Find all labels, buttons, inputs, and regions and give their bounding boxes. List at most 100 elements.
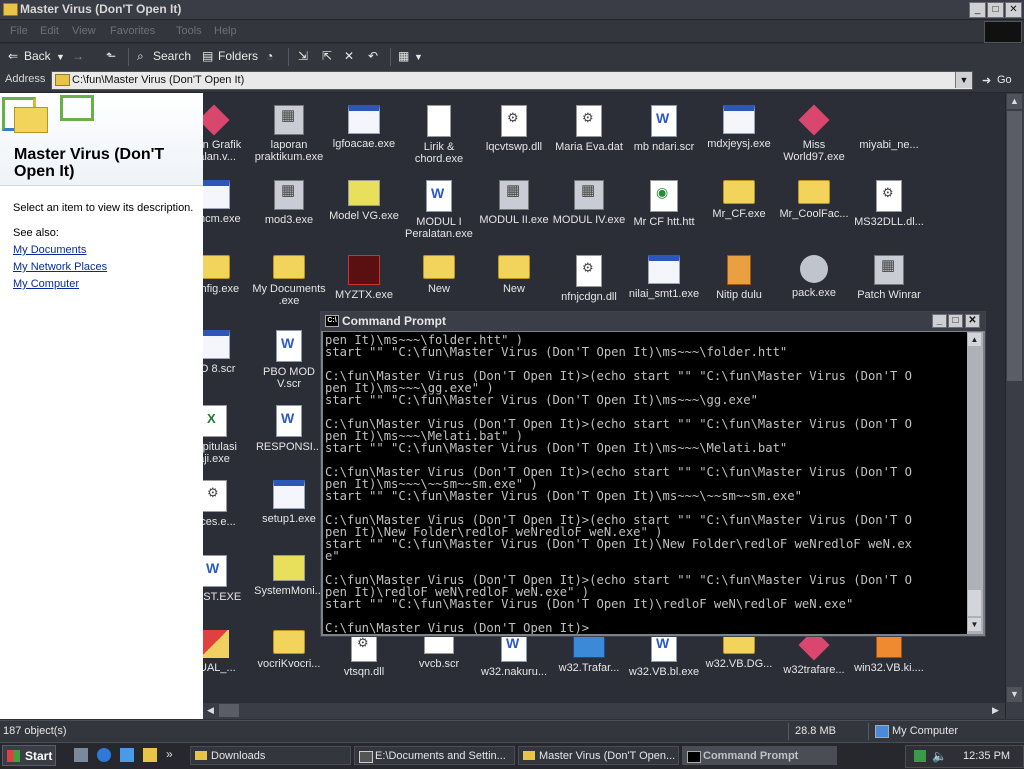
- task-documents[interactable]: E:\Documents and Settin...: [354, 746, 515, 765]
- folders-icon[interactable]: ▤: [202, 49, 213, 63]
- back-dropdown-icon[interactable]: ▼: [56, 52, 65, 62]
- console-output[interactable]: pen It)\ms~~~\folder.htt" ) start "" "C:\…: [323, 332, 967, 634]
- menu-file[interactable]: File: [10, 25, 28, 37]
- forward-button[interactable]: →: [72, 49, 84, 63]
- menu-edit[interactable]: Edit: [40, 25, 59, 37]
- close-button[interactable]: ✕: [1005, 2, 1022, 18]
- file-item[interactable]: BO 8.scr: [203, 330, 252, 375]
- scroll-right-icon[interactable]: ▶: [989, 704, 1002, 717]
- file-item[interactable]: MS32DLL.dl...: [851, 180, 927, 228]
- command-prompt-window[interactable]: C:\ Command Prompt _ □ ✕ pen It)\ms~~~\f…: [320, 311, 986, 637]
- file-item[interactable]: config.exe: [203, 255, 252, 295]
- explorer-icon[interactable]: [143, 748, 157, 762]
- media-player-icon[interactable]: [120, 748, 134, 762]
- back-button[interactable]: Back: [24, 49, 51, 63]
- file-item[interactable]: w32.VB.bl.exe: [626, 630, 702, 678]
- views-icon[interactable]: ▦: [398, 49, 409, 63]
- cmd-minimize-button[interactable]: _: [932, 314, 947, 328]
- file-item[interactable]: MODUL IV.exe: [551, 180, 627, 226]
- cmd-close-button[interactable]: ✕: [965, 314, 980, 328]
- file-item[interactable]: setup1.exe: [251, 480, 327, 525]
- tray-network-icon[interactable]: [914, 750, 926, 762]
- scroll-thumb[interactable]: [219, 704, 239, 717]
- go-arrow-icon[interactable]: ➜: [982, 74, 991, 87]
- file-item[interactable]: New: [401, 255, 477, 295]
- back-arrow-icon[interactable]: ⇐: [8, 49, 18, 63]
- console-scrollbar[interactable]: ▲ ▼: [967, 332, 983, 634]
- command-prompt-title-bar[interactable]: C:\ Command Prompt _ □ ✕: [321, 312, 985, 331]
- start-button[interactable]: Start: [2, 745, 56, 766]
- file-item[interactable]: vtsqn.dll: [326, 630, 402, 678]
- file-item[interactable]: olmcm.exe: [203, 180, 252, 225]
- file-item[interactable]: MODUL I Peralatan.exe: [401, 180, 477, 240]
- scroll-up-icon[interactable]: ▲: [1007, 94, 1022, 109]
- file-item[interactable]: New: [476, 255, 552, 295]
- history-icon[interactable]: ◔: [266, 49, 273, 63]
- scroll-thumb[interactable]: [1007, 111, 1022, 381]
- vertical-scrollbar[interactable]: ▲ ▼: [1005, 93, 1024, 719]
- file-item[interactable]: RESPONSI...: [251, 405, 327, 453]
- internet-explorer-icon[interactable]: [97, 748, 111, 762]
- scroll-down-icon[interactable]: ▼: [1007, 687, 1022, 702]
- folders-button[interactable]: Folders: [218, 49, 258, 63]
- move-to-icon[interactable]: ⇲: [298, 49, 308, 63]
- file-item[interactable]: mod3.exe: [251, 180, 327, 226]
- menu-favorites[interactable]: Favorites: [110, 25, 155, 37]
- clock[interactable]: 12:35 PM: [963, 750, 1010, 762]
- file-item[interactable]: lgfoacae.exe: [326, 105, 402, 150]
- file-item[interactable]: Maria Eva.dat: [551, 105, 627, 153]
- file-item[interactable]: Lirik & chord.exe: [401, 105, 477, 165]
- link-my-computer[interactable]: My Computer: [13, 278, 79, 290]
- search-icon[interactable]: ⌕: [137, 49, 144, 64]
- file-item[interactable]: HOST.EXE: [203, 555, 252, 603]
- menu-tools[interactable]: Tools: [176, 25, 202, 37]
- cmd-maximize-button[interactable]: □: [948, 314, 963, 328]
- views-dropdown-icon[interactable]: ▼: [414, 52, 423, 62]
- quick-launch-more-icon[interactable]: »: [166, 747, 173, 761]
- menu-view[interactable]: View: [72, 25, 96, 37]
- file-item[interactable]: nilai_smt1.exe: [626, 255, 702, 300]
- scroll-thumb[interactable]: [968, 590, 981, 616]
- file-item[interactable]: TUAL_...: [203, 630, 252, 674]
- undo-icon[interactable]: ↶: [368, 49, 378, 63]
- task-master-virus[interactable]: Master Virus (Don'T Open...: [518, 746, 679, 765]
- search-button[interactable]: Search: [153, 49, 191, 63]
- file-item[interactable]: oran Grafik ualan.v...: [203, 104, 252, 163]
- minimize-button[interactable]: _: [969, 2, 986, 18]
- file-item[interactable]: pack.exe: [776, 255, 852, 299]
- file-item[interactable]: Nitip dulu: [701, 255, 777, 301]
- file-item[interactable]: kapitulasi aji.exe: [203, 405, 252, 465]
- address-dropdown-icon[interactable]: ▼: [955, 72, 972, 88]
- link-my-documents[interactable]: My Documents: [13, 244, 86, 256]
- task-command-prompt[interactable]: Command Prompt: [682, 746, 837, 765]
- address-input[interactable]: C:\fun\Master Virus (Don'T Open It) ▼: [51, 71, 973, 90]
- file-item[interactable]: MODUL II.exe: [476, 180, 552, 226]
- file-item[interactable]: SystemMoni...: [251, 555, 327, 597]
- file-item[interactable]: mb ndari.scr: [626, 105, 702, 153]
- show-desktop-icon[interactable]: [74, 748, 88, 762]
- scroll-left-icon[interactable]: ◀: [204, 704, 217, 717]
- file-item[interactable]: My Documents .exe: [251, 255, 327, 307]
- file-item[interactable]: Mr_CoolFac...: [776, 180, 852, 220]
- file-item[interactable]: Patch Winrar: [851, 255, 927, 301]
- maximize-button[interactable]: □: [987, 2, 1004, 18]
- file-item[interactable]: lqcvtswp.dll: [476, 105, 552, 153]
- go-button[interactable]: Go: [997, 74, 1012, 86]
- file-item[interactable]: nfnjcdgn.dll: [551, 255, 627, 303]
- file-item[interactable]: vices.e...: [203, 480, 252, 528]
- file-item[interactable]: Model VG.exe: [326, 180, 402, 222]
- file-item[interactable]: mdxjeysj.exe: [701, 105, 777, 150]
- file-item[interactable]: miyabi_ne...: [851, 105, 927, 151]
- file-item[interactable]: vocriKvocri...: [251, 630, 327, 670]
- copy-to-icon[interactable]: ⇱: [322, 49, 332, 63]
- tray-volume-icon[interactable]: 🔈: [932, 749, 947, 763]
- file-item[interactable]: Mr_CF.exe: [701, 180, 777, 220]
- task-downloads[interactable]: Downloads: [190, 746, 351, 765]
- link-my-network-places[interactable]: My Network Places: [13, 261, 107, 273]
- delete-icon[interactable]: ✕: [344, 49, 354, 63]
- menu-help[interactable]: Help: [214, 25, 237, 37]
- file-item[interactable]: Mr CF htt.htt: [626, 180, 702, 228]
- file-item[interactable]: Miss World97.exe: [776, 104, 852, 163]
- horizontal-scrollbar[interactable]: ◀ ▶: [203, 703, 1005, 719]
- up-folder-icon[interactable]: ⬑: [106, 49, 116, 63]
